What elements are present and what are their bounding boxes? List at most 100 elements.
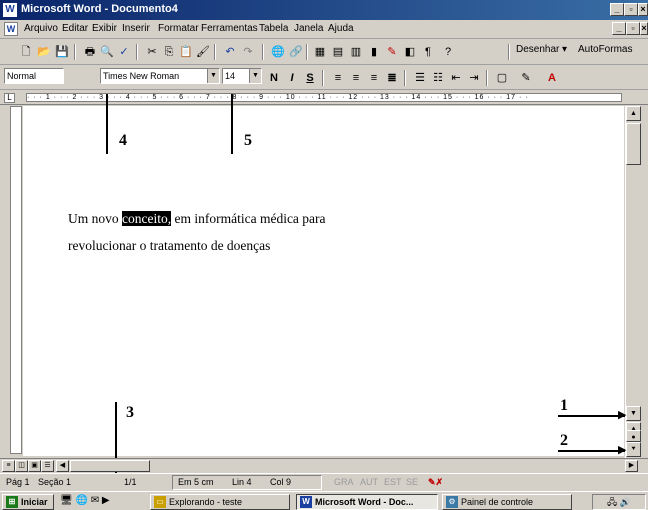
save-icon[interactable]: 💾 [54, 44, 70, 60]
menu-arquivo[interactable]: Arquivo [24, 23, 58, 34]
scroll-up-arrow-icon[interactable]: ▲ [626, 106, 641, 121]
maximize-button[interactable]: ▫ [624, 3, 638, 16]
print-preview-icon[interactable]: 🔍 [99, 44, 115, 60]
decrease-indent-icon[interactable]: ⇤ [448, 70, 464, 86]
taskbar-explorer[interactable]: ▭ Explorando - teste [150, 494, 290, 510]
menu-ajuda[interactable]: Ajuda [328, 23, 354, 34]
normal-view-icon[interactable]: ≡ [2, 460, 15, 472]
undo-icon[interactable]: ↶ [222, 44, 238, 60]
tab-selector[interactable]: L [4, 93, 15, 103]
status-mode-record[interactable]: GRA [334, 477, 354, 487]
volume-icon[interactable]: 🔊 [620, 497, 631, 507]
new-document-icon[interactable]: 🗋 [18, 44, 34, 60]
web-toolbar-icon[interactable]: 🔗 [288, 44, 304, 60]
menu-janela[interactable]: Janela [294, 23, 323, 34]
font-size-select[interactable]: 14 ▼ [222, 68, 262, 84]
hyperlink-icon[interactable]: 🌐 [270, 44, 286, 60]
draw-menu-button[interactable]: Desenhar [516, 44, 559, 55]
document-area[interactable]: Um novo conceito, em informática médica … [23, 94, 628, 482]
start-button[interactable]: ⊞ Iniciar [2, 494, 54, 510]
style-select[interactable]: Normal [4, 68, 64, 84]
network-icon[interactable]: 🖧 [607, 497, 617, 507]
outlook-icon[interactable]: ✉ [91, 495, 99, 506]
taskbar-control-panel[interactable]: ⚙ Painel de controle [442, 494, 572, 510]
taskbar-word[interactable]: W Microsoft Word - Doc... [296, 494, 438, 510]
menu-inserir[interactable]: Inserir [122, 23, 150, 34]
browse-object-icon[interactable]: ● [626, 430, 641, 442]
font-color-icon[interactable]: A [544, 70, 560, 86]
outline-view-icon[interactable]: ☰ [41, 460, 54, 472]
insert-excel-icon[interactable]: ▥ [348, 44, 364, 60]
bullets-icon[interactable]: ☷ [430, 70, 446, 86]
bold-icon[interactable]: N [266, 70, 282, 86]
drawing-icon[interactable]: ✎ [384, 44, 400, 60]
web-layout-view-icon[interactable]: ◫ [15, 460, 28, 472]
horizontal-scroll-thumb[interactable] [70, 460, 150, 472]
vertical-ruler[interactable] [10, 106, 22, 454]
align-center-icon[interactable]: ≡ [348, 70, 364, 86]
scroll-thumb[interactable] [626, 123, 641, 165]
minimize-button[interactable]: _ [610, 3, 624, 16]
status-mode-extend[interactable]: EST [384, 477, 402, 487]
browser-icon[interactable]: 🌐 [75, 495, 87, 506]
chevron-down-icon[interactable]: ▼ [207, 69, 219, 83]
columns-icon[interactable]: ▮ [366, 44, 382, 60]
document-map-icon[interactable]: ◧ [402, 44, 418, 60]
menu-formatar[interactable]: Formatar [158, 23, 199, 34]
document-icon[interactable]: W [4, 22, 18, 36]
doc-restore-button[interactable]: ▫ [626, 22, 640, 35]
document-line-2[interactable]: revolucionar o tratamento de doenças [68, 238, 270, 254]
scroll-right-arrow-icon[interactable]: ▶ [625, 460, 638, 472]
show-hide-icon[interactable]: ¶ [420, 44, 436, 60]
media-icon[interactable]: ▶ [102, 495, 110, 506]
doc-close-button[interactable]: × [640, 22, 648, 35]
menu-exibir[interactable]: Exibir [92, 23, 117, 34]
word-app-icon[interactable]: W [3, 3, 17, 17]
horizontal-ruler[interactable]: L · · · 1 · · · 2 · · · 3 · · · 4 · · · … [0, 91, 648, 105]
title-bar[interactable]: W Microsoft Word - Documento4 _ ▫ × [0, 0, 648, 20]
align-right-icon[interactable]: ≡ [366, 70, 382, 86]
menu-tabela[interactable]: Tabela [259, 23, 288, 34]
status-mode-track[interactable]: AUT [360, 477, 378, 487]
chevron-down-icon[interactable]: ▼ [249, 69, 261, 83]
dropdown-arrow-icon[interactable]: ▾ [562, 44, 567, 55]
redo-icon[interactable]: ↷ [240, 44, 256, 60]
paste-icon[interactable]: 📋 [178, 44, 194, 60]
next-page-icon[interactable]: ⯆ [626, 442, 641, 457]
increase-indent-icon[interactable]: ⇥ [466, 70, 482, 86]
print-layout-view-icon[interactable]: ▣ [28, 460, 41, 472]
document-line-1[interactable]: Um novo conceito, em informática médica … [68, 211, 326, 227]
open-folder-icon[interactable]: 📂 [36, 44, 52, 60]
doc-minimize-button[interactable]: _ [612, 22, 626, 35]
desktop-icon[interactable]: 🖥 [60, 495, 73, 506]
window-title: Microsoft Word - Documento4 [21, 3, 178, 15]
highlight-icon[interactable]: ✎ [518, 70, 534, 86]
autoshapes-button[interactable]: AutoFormas [578, 44, 632, 55]
spelling-icon[interactable]: ✓ [116, 44, 132, 60]
italic-icon[interactable]: I [284, 70, 300, 86]
vertical-scrollbar[interactable]: ▲ ▼ ⯅ ● ⯆ [625, 106, 642, 458]
left-margin-strip [0, 106, 10, 454]
cut-icon[interactable]: ✂ [144, 44, 160, 60]
underline-icon[interactable]: S [302, 70, 318, 86]
print-icon[interactable]: 🖶 [82, 44, 98, 60]
scroll-left-arrow-icon[interactable]: ◀ [56, 460, 69, 472]
scroll-down-arrow-icon[interactable]: ▼ [626, 406, 641, 421]
font-select[interactable]: Times New Roman ▼ [100, 68, 220, 84]
status-mode-overtype[interactable]: SE [406, 477, 418, 487]
menu-editar[interactable]: Editar [62, 23, 88, 34]
copy-icon[interactable]: ⎘ [161, 44, 177, 60]
toolbar-separator [404, 70, 406, 86]
format-painter-icon[interactable]: 🖌 [195, 44, 211, 60]
help-icon[interactable]: ? [440, 44, 456, 60]
border-icon[interactable]: ▢ [494, 70, 510, 86]
selected-text[interactable]: conceito, [122, 211, 172, 226]
tables-borders-icon[interactable]: ▦ [312, 44, 328, 60]
close-button[interactable]: × [638, 3, 648, 16]
justify-icon[interactable]: ≣ [384, 70, 400, 86]
insert-table-icon[interactable]: ▤ [330, 44, 346, 60]
menu-ferramentas[interactable]: Ferramentas [201, 23, 258, 34]
numbering-icon[interactable]: ☰ [412, 70, 428, 86]
align-left-icon[interactable]: ≡ [330, 70, 346, 86]
spelling-status-icon[interactable]: ✎✗ [428, 477, 443, 488]
